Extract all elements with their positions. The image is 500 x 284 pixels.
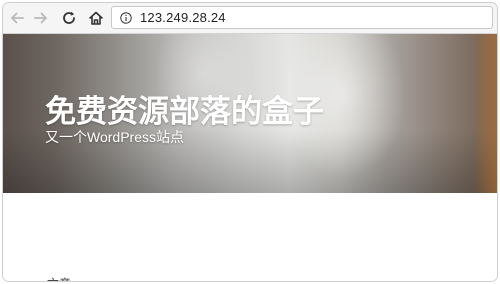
browser-window: 123.249.28.24 免费资源部落的盒子 又一个WordPress站点 文… [2, 2, 498, 282]
site-title[interactable]: 免费资源部落的盒子 [45, 86, 324, 131]
back-button[interactable] [7, 8, 27, 28]
reload-button[interactable] [59, 8, 79, 28]
address-bar[interactable]: 123.249.28.24 [111, 6, 493, 29]
arrow-left-icon [11, 12, 24, 24]
home-button[interactable] [86, 8, 106, 28]
info-circle-icon[interactable] [120, 12, 132, 24]
arrow-right-icon [34, 12, 47, 24]
header-banner: 免费资源部落的盒子 又一个WordPress站点 [3, 34, 497, 193]
url-text[interactable]: 123.249.28.24 [140, 10, 226, 25]
page-content: 文章 [3, 193, 497, 281]
banner-edge-shade [473, 34, 497, 193]
forward-button[interactable] [31, 8, 51, 28]
content-heading-partial: 文章 [47, 275, 71, 281]
home-icon [89, 11, 103, 25]
reload-icon [63, 11, 75, 24]
browser-toolbar: 123.249.28.24 [3, 3, 497, 34]
site-tagline: 又一个WordPress站点 [45, 129, 184, 145]
